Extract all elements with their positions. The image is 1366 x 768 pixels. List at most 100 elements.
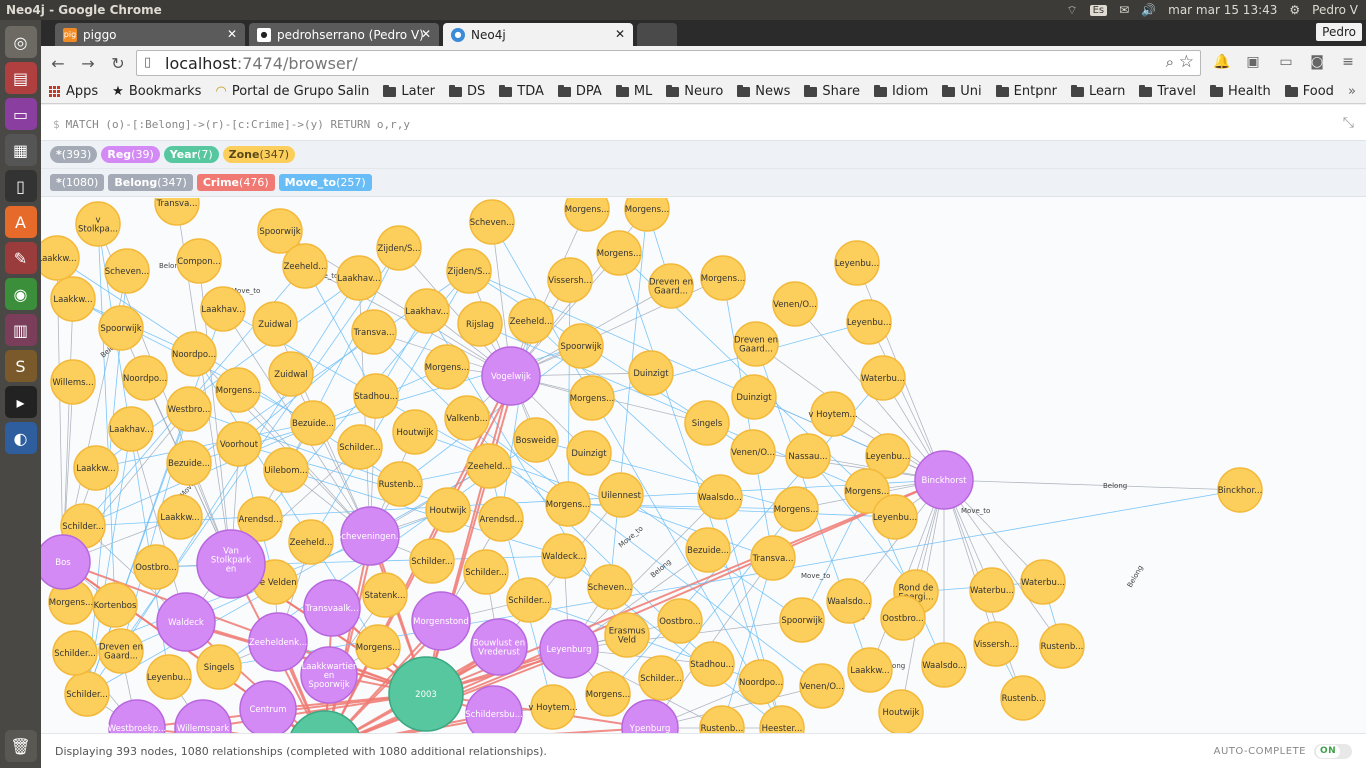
zone-node[interactable]: Laakkw... <box>50 276 96 322</box>
reg-node[interactable]: Schildersbu... <box>465 685 523 733</box>
zone-node[interactable]: Spoorwijk <box>98 305 144 351</box>
zone-node[interactable]: Duinzigt <box>628 350 674 396</box>
zone-node[interactable]: Binckhor... <box>1217 467 1263 513</box>
zone-node[interactable]: Morgens... <box>355 624 401 670</box>
zone-node[interactable]: Rijslag <box>457 301 503 347</box>
bookmark-folder[interactable]: Neuro <box>666 84 723 99</box>
zone-node[interactable]: Oostbro... <box>657 598 703 644</box>
zone-node[interactable]: Valkenb... <box>444 395 490 441</box>
search-icon[interactable]: ⌕ <box>1166 53 1174 71</box>
zone-node[interactable]: Bosweide <box>513 417 559 463</box>
zone-node[interactable]: Oostbro... <box>133 544 179 590</box>
zone-node[interactable]: Transva... <box>351 309 397 355</box>
zone-node[interactable]: Laakhav... <box>108 406 154 452</box>
zone-node[interactable]: Morgens... <box>585 671 631 717</box>
reg-node[interactable]: Westbroekp... <box>108 699 166 733</box>
collapse-icon[interactable]: ⤡ <box>1343 115 1354 131</box>
zone-node[interactable]: Scheven... <box>469 199 515 245</box>
zone-node[interactable]: Vissersh... <box>547 257 593 303</box>
tab-neo4j[interactable]: ● Neo4j ✕ <box>443 23 633 46</box>
zone-node[interactable]: Noordpo... <box>122 355 168 401</box>
zone-node[interactable]: Morgens... <box>564 198 610 232</box>
reg-node[interactable]: Willemspark <box>174 699 232 733</box>
bookmark-folder[interactable]: Uni <box>942 84 982 99</box>
trash-icon[interactable]: 🗑 <box>4 730 37 762</box>
bookmark-folder[interactable]: TDA <box>499 84 544 99</box>
zone-node[interactable]: Transva... <box>154 198 200 226</box>
zone-node[interactable]: Waterbu... <box>969 567 1015 613</box>
bookmark-folder[interactable]: DPA <box>557 84 602 99</box>
cast-icon[interactable]: ▭ <box>1277 54 1295 72</box>
zone-node[interactable]: Laakkw... <box>157 494 203 540</box>
zone-node[interactable]: Waldeck... <box>541 533 587 579</box>
zone-node[interactable]: Schilder... <box>409 538 455 584</box>
zone-node[interactable]: Rustenb... <box>1000 675 1046 721</box>
zone-node[interactable]: Venen/O... <box>772 281 818 327</box>
zone-node[interactable]: Zuidwal <box>268 351 314 397</box>
zone-node[interactable]: Laakhav... <box>404 288 450 334</box>
bookmark-folder[interactable]: News <box>737 84 790 99</box>
zone-node[interactable]: Duinzigt <box>731 374 777 420</box>
zone-node[interactable]: Laakkw... <box>41 235 80 281</box>
zone-node[interactable]: Schilder... <box>52 630 98 676</box>
zone-node[interactable]: Zijden/S... <box>376 225 422 271</box>
zone-node[interactable]: Noordpo... <box>171 331 217 377</box>
rel-pill-move-to[interactable]: Move_to(257) <box>278 174 372 191</box>
settings-tools-icon[interactable]: ✎ <box>4 242 37 274</box>
user-name[interactable]: Pedro V <box>1312 3 1358 17</box>
zone-node[interactable]: Houtwijk <box>425 487 471 533</box>
chevron-right-icon[interactable]: » <box>1348 84 1356 99</box>
zone-node[interactable]: Dreven enGaard... <box>733 321 779 367</box>
phone-icon[interactable]: ▯ <box>4 170 37 202</box>
zone-node[interactable]: v Hoytem... <box>808 391 858 437</box>
zone-node[interactable]: Waalsdo... <box>826 578 872 624</box>
zone-node[interactable]: Laakhav... <box>336 255 382 301</box>
terminal-icon[interactable]: ▸ <box>4 386 37 418</box>
zone-node[interactable]: Duinzigt <box>566 430 612 476</box>
zone-node[interactable]: Leyenbu... <box>146 654 192 700</box>
reload-icon[interactable]: ↻ <box>103 54 133 73</box>
star-icon[interactable]: ☆ <box>1179 52 1194 72</box>
zone-node[interactable]: vStolkpa... <box>75 201 121 247</box>
graph-canvas[interactable]: BelongMove_toBelongMove_toBelongMove_toB… <box>41 198 1366 733</box>
zone-node[interactable]: Voorhout <box>216 421 262 467</box>
zone-node[interactable]: Schilder... <box>64 671 110 717</box>
zone-node[interactable]: ErasmusVeld <box>604 612 650 658</box>
dash-icon[interactable]: ◎ <box>4 26 37 58</box>
zone-node[interactable]: Schilder... <box>337 424 383 470</box>
zone-node[interactable]: Morgens... <box>545 481 591 527</box>
zone-node[interactable]: Heester... <box>759 705 805 733</box>
reg-node[interactable]: Bos <box>41 534 91 590</box>
zone-node[interactable]: Morgens... <box>215 367 261 413</box>
zone-node[interactable]: Scheven... <box>587 564 633 610</box>
back-arrow-icon[interactable]: ← <box>43 54 73 73</box>
zone-node[interactable]: Statenk... <box>362 572 408 618</box>
label-pill-zone[interactable]: Zone(347) <box>222 146 296 163</box>
rel-pill-belong[interactable]: Belong(347) <box>108 174 193 191</box>
reg-node[interactable]: Ypenburg <box>621 699 679 733</box>
bookmark-folder[interactable]: Travel <box>1139 84 1196 99</box>
zone-node[interactable]: Schilder... <box>463 549 509 595</box>
forward-arrow-icon[interactable]: → <box>73 54 103 73</box>
bookmark-portal[interactable]: ◠ Portal de Grupo Salin <box>215 84 369 99</box>
zone-node[interactable]: Noordpo... <box>738 659 784 705</box>
label-pill-all[interactable]: *(393) <box>50 146 98 163</box>
reg-node[interactable]: Bouwlust enVrederust <box>470 618 528 676</box>
zone-node[interactable]: Leyenbu... <box>872 494 918 540</box>
zone-node[interactable]: Morgens... <box>700 255 746 301</box>
bookmark-folder[interactable]: Food <box>1284 84 1334 99</box>
query-text[interactable]: MATCH (o)-[:Belong]->(r)-[c:Crime]->(y) … <box>66 118 410 131</box>
graph-svg[interactable]: BelongMove_toBelongMove_toBelongMove_toB… <box>41 198 1366 733</box>
reg-node[interactable]: Binckhorst <box>914 450 974 510</box>
close-icon[interactable]: ✕ <box>227 27 237 41</box>
zone-node[interactable]: Willems... <box>50 359 96 405</box>
zone-node[interactable]: Houtwijk <box>392 409 438 455</box>
zone-node[interactable]: Rustenb... <box>1039 623 1085 669</box>
clock[interactable]: mar mar 15 13:43 <box>1168 3 1277 17</box>
bookmark-folder[interactable]: Entpnr <box>995 84 1057 99</box>
extension-icon[interactable]: ▣ <box>1244 54 1262 72</box>
zone-node[interactable]: Zeeheld... <box>508 298 554 344</box>
close-icon[interactable]: ✕ <box>421 27 431 41</box>
monitor-icon[interactable]: ▥ <box>4 314 37 346</box>
label-pill-year[interactable]: Year(7) <box>163 146 219 163</box>
